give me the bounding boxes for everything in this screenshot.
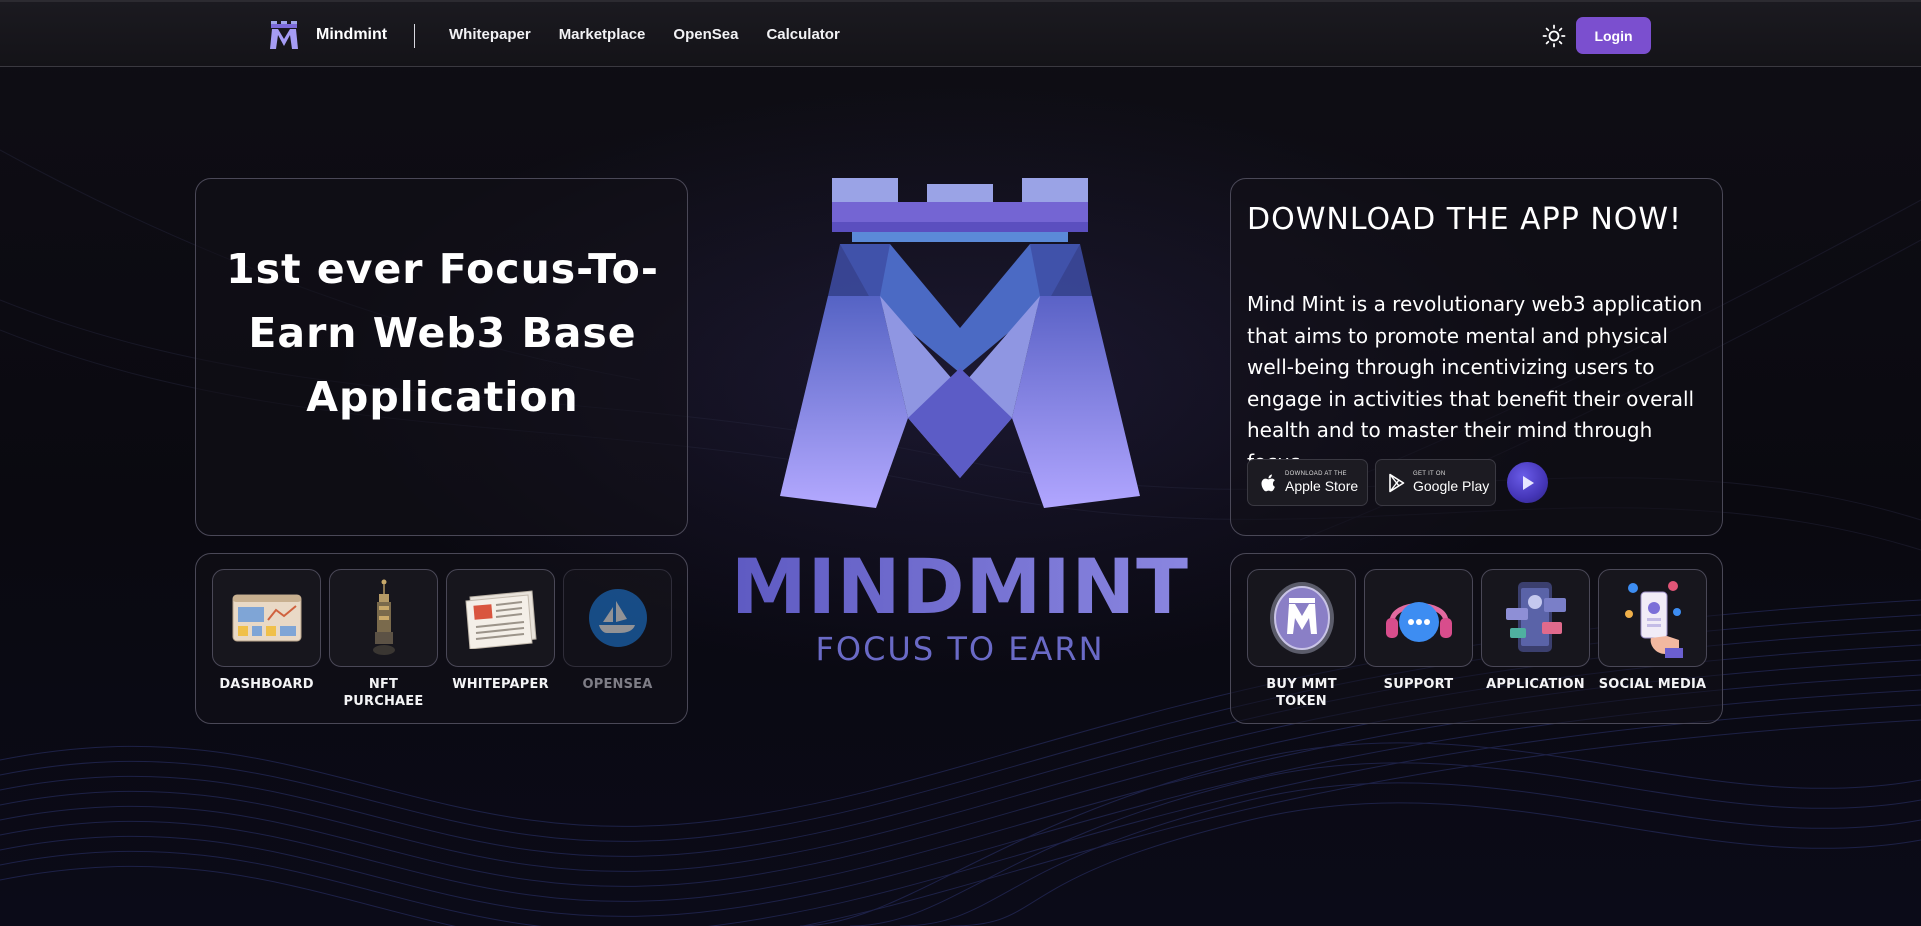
download-app-card: DOWNLOAD THE APP NOW! Mind Mint is a rev… xyxy=(1230,178,1723,536)
mindmint-wordmark: MINDMINT xyxy=(700,545,1220,629)
nft-purchase-label: NFT PURCHAEE xyxy=(343,677,424,709)
social-hand-icon xyxy=(1624,581,1683,658)
brand[interactable]: Mindmint xyxy=(268,19,387,51)
support-label: SUPPORT xyxy=(1383,677,1454,692)
newspaper-icon xyxy=(464,590,537,649)
google-play-label: Google Play xyxy=(1413,478,1490,494)
dashboard-tile[interactable]: DASHBOARD xyxy=(212,569,321,693)
nft-purchase-tile-box xyxy=(329,569,438,667)
hero-title: 1st ever Focus-To-Earn Web3 Base Applica… xyxy=(226,245,659,421)
apple-store-small: DOWNLOAD AT THE xyxy=(1285,471,1347,477)
login-button[interactable]: Login xyxy=(1576,17,1651,54)
apple-store-label: Apple Store xyxy=(1285,478,1359,494)
buy-mmt-token-tile[interactable]: BUY MMT TOKEN xyxy=(1247,569,1356,710)
nav-divider xyxy=(414,24,415,48)
top-navbar: Mindmint Whitepaper Marketplace OpenSea … xyxy=(0,0,1921,67)
tagline: FOCUS TO EARN xyxy=(815,630,1105,668)
application-label: APPLICATION xyxy=(1486,677,1585,692)
hero-card: 1st ever Focus-To-Earn Web3 Base Applica… xyxy=(195,178,688,536)
application-tile[interactable]: APPLICATION xyxy=(1481,569,1590,693)
google-play-text: GET IT ON Google Play xyxy=(1413,471,1489,494)
download-app-title: DOWNLOAD THE APP NOW! xyxy=(1247,202,1683,237)
quick-links-right: BUY MMT TOKEN SUPPORT APPLICATION SOCIAL… xyxy=(1230,553,1723,724)
buy-mmt-token-label: BUY MMT TOKEN xyxy=(1266,677,1337,709)
nav-link-marketplace[interactable]: Marketplace xyxy=(559,26,646,43)
mindmint-logo-icon xyxy=(270,21,298,49)
dashboard-label: DASHBOARD xyxy=(219,677,314,692)
social-media-label: SOCIAL MEDIA xyxy=(1598,677,1707,692)
sun-icon[interactable] xyxy=(1542,24,1566,48)
buy-mmt-token-tile-box xyxy=(1247,569,1356,667)
social-media-tile-box xyxy=(1598,569,1707,667)
whitepaper-label: WHITEPAPER xyxy=(452,677,549,692)
quick-links-left: DASHBOARD NFT PURCHAEE WHITEPAPER OPENSE… xyxy=(195,553,688,724)
mindmint-large-logo-icon xyxy=(780,178,1140,508)
wordmark-text: MINDMINT xyxy=(731,542,1189,631)
social-media-tile[interactable]: SOCIAL MEDIA xyxy=(1598,569,1707,693)
support-tile-box xyxy=(1364,569,1473,667)
dashboard-tile-box xyxy=(212,569,321,667)
nav-link-whitepaper[interactable]: Whitepaper xyxy=(449,26,531,43)
google-play-button[interactable]: GET IT ON Google Play xyxy=(1375,459,1496,506)
play-icon xyxy=(1522,475,1534,490)
phone-app-icon xyxy=(1505,582,1566,652)
headset-icon xyxy=(1385,602,1452,642)
google-play-icon xyxy=(1389,473,1405,492)
brand-name: Mindmint xyxy=(316,26,388,43)
opensea-label: OPENSEA xyxy=(582,677,653,692)
opensea-tile[interactable]: OPENSEA xyxy=(563,569,672,693)
opensea-icon xyxy=(588,589,647,647)
opensea-tile-box xyxy=(563,569,672,667)
apple-icon xyxy=(1261,474,1275,491)
whitepaper-tile[interactable]: WHITEPAPER xyxy=(446,569,555,693)
app-description: Mind Mint is a revolutionary web3 applic… xyxy=(1247,292,1703,474)
google-play-small: GET IT ON xyxy=(1413,471,1446,477)
nav-link-opensea[interactable]: OpenSea xyxy=(673,26,738,43)
support-tile[interactable]: SUPPORT xyxy=(1364,569,1473,693)
nft-tower-icon xyxy=(372,579,395,655)
application-tile-box xyxy=(1481,569,1590,667)
apple-store-text: DOWNLOAD AT THE Apple Store xyxy=(1285,471,1358,494)
play-video-button[interactable] xyxy=(1507,462,1548,503)
nav-links: Whitepaper Marketplace OpenSea Calculato… xyxy=(449,26,840,43)
dashboard-icon xyxy=(232,594,301,642)
whitepaper-tile-box xyxy=(446,569,555,667)
token-coin-icon xyxy=(1269,582,1334,654)
nft-purchase-tile[interactable]: NFT PURCHAEE xyxy=(329,569,438,710)
apple-store-button[interactable]: DOWNLOAD AT THE Apple Store xyxy=(1247,459,1368,506)
nav-link-calculator[interactable]: Calculator xyxy=(766,26,839,43)
